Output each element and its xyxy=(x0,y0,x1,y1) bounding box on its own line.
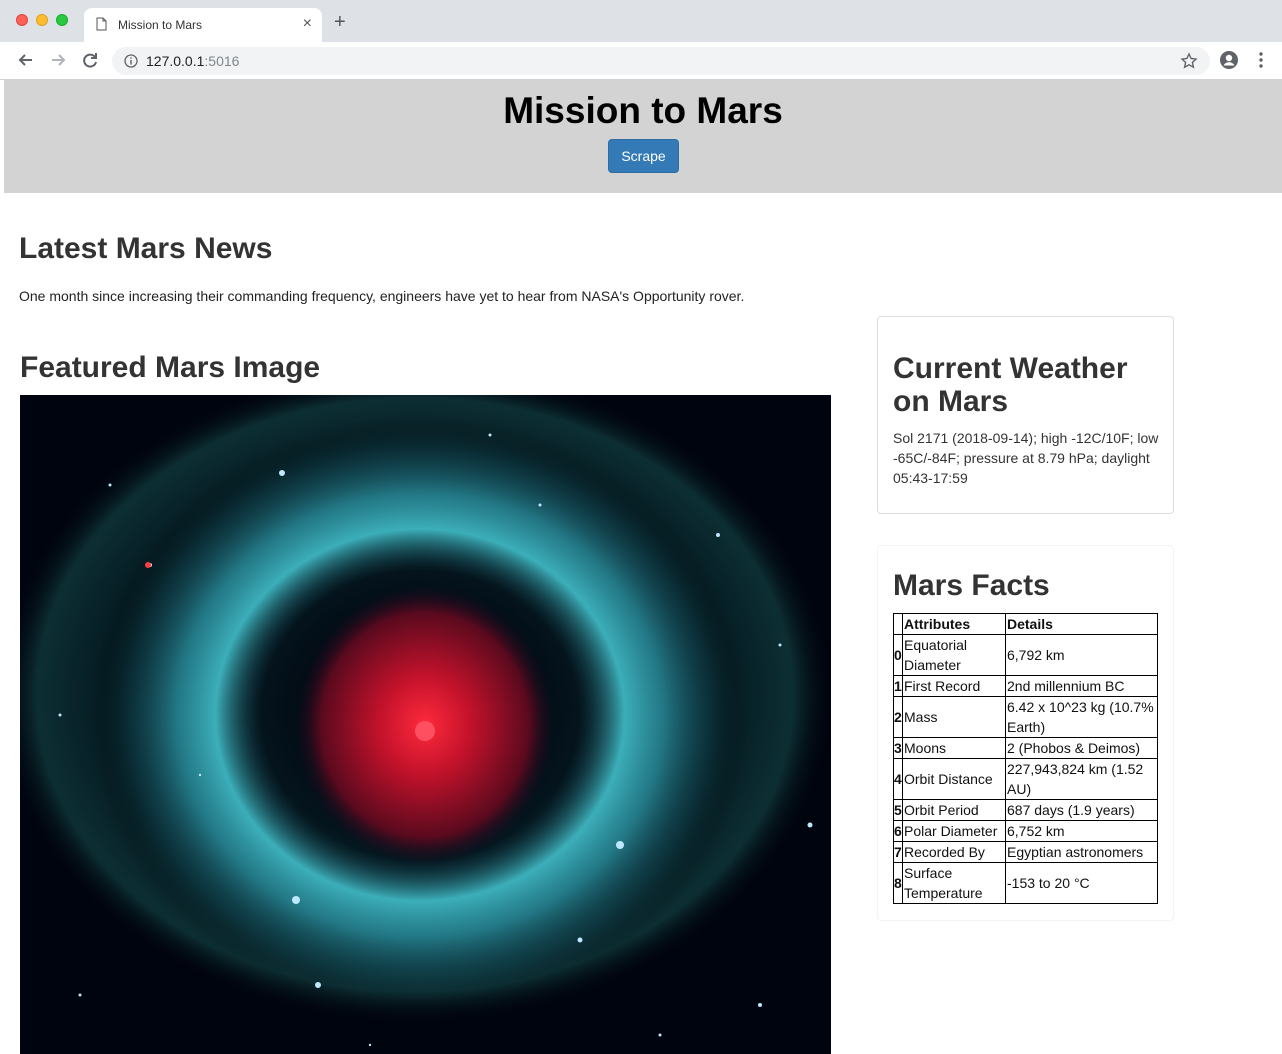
new-tab-icon[interactable]: + xyxy=(334,12,346,32)
facts-table: Attributes Details 0 Equatorial Diameter 6… xyxy=(893,613,1158,904)
header-jumbotron: Mission to Mars Scrape xyxy=(4,80,1282,193)
more-menu-icon[interactable] xyxy=(1254,50,1268,70)
weather-panel: Current Weather on Mars Sol 2171 (2018-0… xyxy=(877,316,1174,514)
row-detail: 2 (Phobos & Deimos) xyxy=(1005,737,1158,759)
row-detail: 2nd millennium BC xyxy=(1005,675,1158,697)
back-icon[interactable] xyxy=(16,50,36,70)
address-bar[interactable]: 127.0.0.1:5016 xyxy=(112,47,1210,75)
row-index: 1 xyxy=(893,675,903,697)
row-attribute: Moons xyxy=(902,737,1006,759)
table-row: 2 Mass 6.42 x 10^23 kg (10.7% Earth) xyxy=(893,696,1158,738)
row-detail: Egyptian astronomers xyxy=(1005,841,1158,863)
row-detail: -153 to 20 °C xyxy=(1005,862,1158,904)
row-attribute: First Record xyxy=(902,675,1006,697)
featured-image xyxy=(20,395,831,1054)
forward-icon[interactable] xyxy=(48,50,68,70)
account-icon[interactable] xyxy=(1219,50,1239,70)
row-attribute: Equatorial Diameter xyxy=(902,634,1006,676)
table-row: 3 Moons 2 (Phobos & Deimos) xyxy=(893,737,1158,759)
row-index: 6 xyxy=(893,820,903,842)
attributes-header: Attributes xyxy=(902,613,1006,635)
index-header xyxy=(893,613,903,635)
row-index: 0 xyxy=(893,634,903,676)
url-host: 127.0.0.1 xyxy=(146,53,205,69)
row-detail: 227,943,824 km (1.52 AU) xyxy=(1005,758,1158,800)
table-row: 1 First Record 2nd millennium BC xyxy=(893,675,1158,697)
table-row: 8 Surface Temperature -153 to 20 °C xyxy=(893,862,1158,904)
url-text[interactable]: 127.0.0.1:5016 xyxy=(146,53,239,69)
row-attribute: Polar Diameter xyxy=(902,820,1006,842)
row-detail: 6.42 x 10^23 kg (10.7% Earth) xyxy=(1005,696,1158,738)
row-detail: 6,752 km xyxy=(1005,820,1158,842)
table-row: 6 Polar Diameter 6,752 km xyxy=(893,820,1158,842)
browser-tab[interactable]: Mission to Mars × xyxy=(84,8,322,42)
row-index: 5 xyxy=(893,799,903,821)
close-tab-icon[interactable]: × xyxy=(303,15,312,33)
row-index: 4 xyxy=(893,758,903,800)
minimize-window-button[interactable] xyxy=(36,14,48,26)
news-heading: Latest Mars News xyxy=(19,232,273,265)
reload-icon[interactable] xyxy=(80,50,100,70)
row-index: 8 xyxy=(893,862,903,904)
facts-heading: Mars Facts xyxy=(893,569,1050,602)
table-row: 0 Equatorial Diameter 6,792 km xyxy=(893,634,1158,676)
table-row: 7 Recorded By Egyptian astronomers xyxy=(893,841,1158,863)
info-icon[interactable] xyxy=(124,54,138,68)
document-icon xyxy=(96,17,107,31)
row-index: 3 xyxy=(893,737,903,759)
weather-heading: Current Weather on Mars xyxy=(893,352,1128,418)
tab-title: Mission to Mars xyxy=(118,18,203,32)
bookmark-star-icon[interactable] xyxy=(1180,52,1198,70)
weather-text: Sol 2171 (2018-09-14); high -12C/10F; lo… xyxy=(893,430,1159,486)
table-row: 5 Orbit Period 687 days (1.9 years) xyxy=(893,799,1158,821)
row-detail: 6,792 km xyxy=(1005,634,1158,676)
row-index: 2 xyxy=(893,696,903,738)
row-attribute: Recorded By xyxy=(902,841,1006,863)
helix-nebula-image xyxy=(20,395,831,1054)
table-row: 4 Orbit Distance 227,943,824 km (1.52 AU) xyxy=(893,758,1158,800)
news-text: One month since increasing their command… xyxy=(19,288,745,304)
row-attribute: Orbit Distance xyxy=(902,758,1006,800)
url-port: :5016 xyxy=(204,53,240,69)
close-window-button[interactable] xyxy=(16,14,28,26)
row-attribute: Surface Temperature xyxy=(902,862,1006,904)
details-header: Details xyxy=(1005,613,1158,635)
scrape-button[interactable]: Scrape xyxy=(608,139,679,173)
facts-panel: Mars Facts Attributes Details 0 Equatoria… xyxy=(877,545,1174,921)
maximize-window-button[interactable] xyxy=(56,14,68,26)
row-index: 7 xyxy=(893,841,903,863)
browser-toolbar: 127.0.0.1:5016 xyxy=(0,42,1282,80)
row-attribute: Mass xyxy=(902,696,1006,738)
page-title: Mission to Mars xyxy=(503,90,783,131)
featured-image-heading: Featured Mars Image xyxy=(20,351,321,384)
row-detail: 687 days (1.9 years) xyxy=(1005,799,1158,821)
row-attribute: Orbit Period xyxy=(902,799,1006,821)
table-header-row: Attributes Details xyxy=(893,613,1158,635)
browser-chrome: Mission to Mars × + 127.0.0.1:5016 xyxy=(0,0,1282,80)
